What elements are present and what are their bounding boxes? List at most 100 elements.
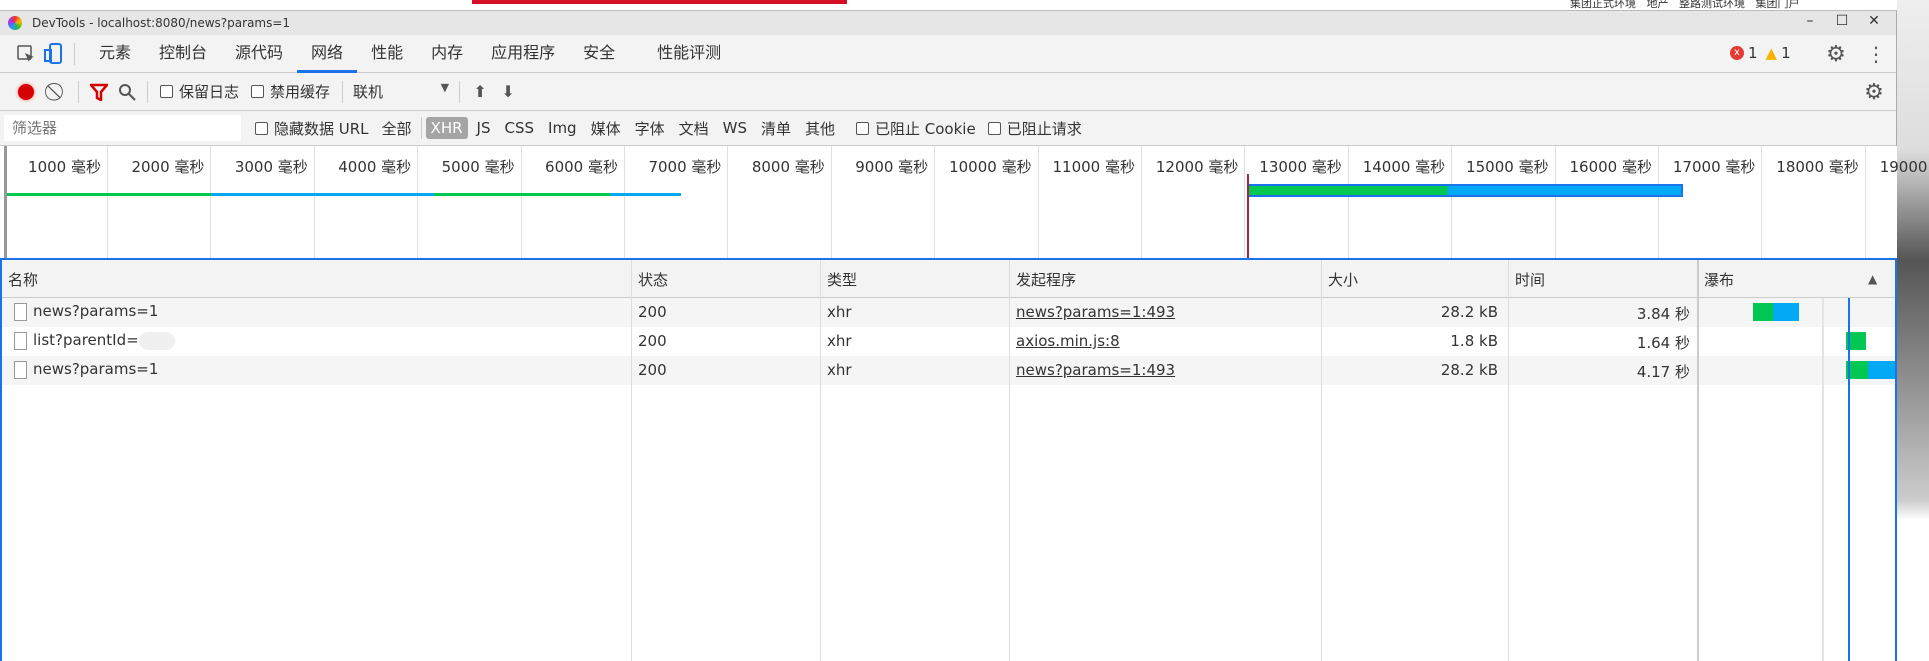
blocked-cookies-checkbox[interactable]: 已阻止 Cookie [856,118,976,139]
tab-memory[interactable]: 内存 [417,35,477,73]
overview-request-bar [610,193,681,196]
tab-performance[interactable]: 性能 [357,35,417,73]
device-toolbar-icon[interactable] [40,40,68,68]
name-cell[interactable]: news?params=1 [14,360,158,379]
name-cell[interactable]: news?params=1 [14,302,158,321]
export-har-icon[interactable]: ⬇ [494,78,522,106]
filter-type-xhr[interactable]: XHR [425,117,468,139]
overview-load-marker [1247,174,1249,258]
panel-tabs: 元素 控制台 源代码 网络 性能 内存 应用程序 安全 性能评测 x 1 ▲ 1… [0,35,1896,73]
status-cell: 200 [638,332,667,350]
more-options-icon[interactable]: ⋮ [1862,40,1890,68]
header-waterfall[interactable]: 瀑布 [1704,269,1734,290]
size-cell: 28.2 kB [1440,361,1498,379]
table-row[interactable]: list?parentId= 200 xhr axios.min.js:8 1.… [2,327,1895,356]
timeline-tick-label: 3000 毫秒 [234,158,308,176]
waterfall-dcl-line [1822,298,1824,661]
disable-cache-checkbox[interactable]: 禁用缓存 [251,81,330,102]
issues-counter[interactable]: x 1 ▲ 1 [1730,44,1791,62]
warning-icon: ▲ [1765,44,1778,62]
filter-bar: 隐藏数据 URL 全部 XHR JS CSS Img 媒体 字体 文档 WS 清… [0,111,1896,146]
error-count: 1 [1748,44,1758,62]
table-row[interactable]: news?params=1 200 xhr news?params=1:493 … [2,298,1895,327]
filter-icon[interactable] [85,78,113,106]
search-icon[interactable] [113,78,141,106]
record-button[interactable] [12,78,40,106]
hide-data-urls-label: 隐藏数据 URL [274,119,369,138]
settings-gear-icon[interactable]: ⚙ [1822,40,1850,68]
bookmark[interactable]: 集团正式环境 [1570,0,1636,10]
tab-security[interactable]: 安全 [569,35,629,73]
blocked-requests-checkbox[interactable]: 已阻止请求 [987,118,1082,139]
header-initiator[interactable]: 发起程序 [1016,269,1076,290]
sort-ascending-icon[interactable]: ▲ [1868,272,1877,286]
name-cell[interactable]: list?parentId= [14,331,175,350]
filter-type-manifest[interactable]: 清单 [756,116,796,141]
time-cell: 3.84 秒 [1636,305,1690,323]
throttling-select[interactable]: 联机 ▼ [349,81,453,102]
tab-lighthouse[interactable]: 性能评测 [643,35,735,73]
filter-input[interactable] [4,115,241,141]
header-status[interactable]: 状态 [638,269,668,290]
timeline-overview[interactable]: 1000 毫秒 2000 毫秒 3000 毫秒 4000 毫秒 5000 毫秒 6000 … [4,146,1929,258]
table-row[interactable]: news?params=1 200 xhr news?params=1:493 … [2,356,1895,385]
column-divider [1508,260,1509,661]
tab-sources[interactable]: 源代码 [221,35,297,73]
initiator-link[interactable]: axios.min.js:8 [1016,332,1120,350]
bookmark[interactable]: 整路测试环境 [1679,0,1745,10]
redacted-value [138,331,175,350]
type-cell: xhr [827,303,852,321]
divider [74,42,75,65]
minimize-button[interactable]: – [1800,13,1820,29]
filter-type-ws[interactable]: WS [718,117,752,139]
waterfall-current-line [1848,298,1850,661]
bookmark[interactable]: 地产 [1647,0,1669,10]
initiator-link[interactable]: news?params=1:493 [1016,361,1175,379]
header-name[interactable]: 名称 [8,269,38,290]
import-har-icon[interactable]: ⬆ [466,78,494,106]
timeline-tick-label: 14000 毫秒 [1362,158,1446,176]
status-cell: 200 [638,361,667,379]
size-cell: 1.8 kB [1450,332,1498,350]
filter-type-css[interactable]: CSS [499,117,539,139]
filter-type-img[interactable]: Img [543,117,582,139]
desktop-background [1897,0,1929,660]
tab-console[interactable]: 控制台 [145,35,221,73]
disable-cache-label: 禁用缓存 [270,83,331,101]
devtools-window: DevTools - localhost:8080/news?params=1 … [0,10,1929,661]
divider [342,80,344,103]
filter-type-all[interactable]: 全部 [377,116,417,141]
header-size[interactable]: 大小 [1328,269,1358,290]
error-icon: x [1730,46,1744,60]
header-type[interactable]: 类型 [827,269,857,290]
timeline-tick-label: 4000 毫秒 [338,158,412,176]
timeline-tick-label: 12000 毫秒 [1155,158,1239,176]
chevron-down-icon: ▼ [440,81,450,94]
tab-network[interactable]: 网络 [297,35,358,73]
filter-type-font[interactable]: 字体 [630,116,670,141]
filter-type-js[interactable]: JS [472,117,496,139]
time-cell: 1.64 秒 [1636,334,1690,352]
timeline-tick-label: 5000 毫秒 [441,158,515,176]
initiator-link[interactable]: news?params=1:493 [1016,303,1175,321]
filter-type-doc[interactable]: 文档 [674,116,714,141]
inspect-element-icon[interactable] [12,40,40,68]
blocked-requests-label: 已阻止请求 [1006,119,1082,138]
tab-elements[interactable]: 元素 [85,35,145,73]
filter-type-other[interactable]: 其他 [800,116,840,141]
close-button[interactable]: ✕ [1864,13,1884,29]
hide-data-urls-checkbox[interactable]: 隐藏数据 URL [255,118,369,139]
tab-application[interactable]: 应用程序 [477,35,569,73]
header-time[interactable]: 时间 [1515,269,1545,290]
preserve-log-checkbox[interactable]: 保留日志 [160,81,239,102]
bookmark[interactable]: 集团门户 [1756,0,1800,10]
clear-icon[interactable]: ⃠ [44,78,72,106]
requests-table: 名称 状态 类型 发起程序 大小 时间 瀑布 ▲ news?params=1 2… [0,258,1897,661]
maximize-button[interactable]: ☐ [1832,13,1852,29]
time-cell: 4.17 秒 [1636,363,1690,381]
filter-type-media[interactable]: 媒体 [586,116,626,141]
network-settings-icon[interactable]: ⚙ [1860,78,1888,106]
column-divider [1009,260,1010,661]
file-icon [14,360,27,379]
request-name: news?params=1 [33,360,159,378]
